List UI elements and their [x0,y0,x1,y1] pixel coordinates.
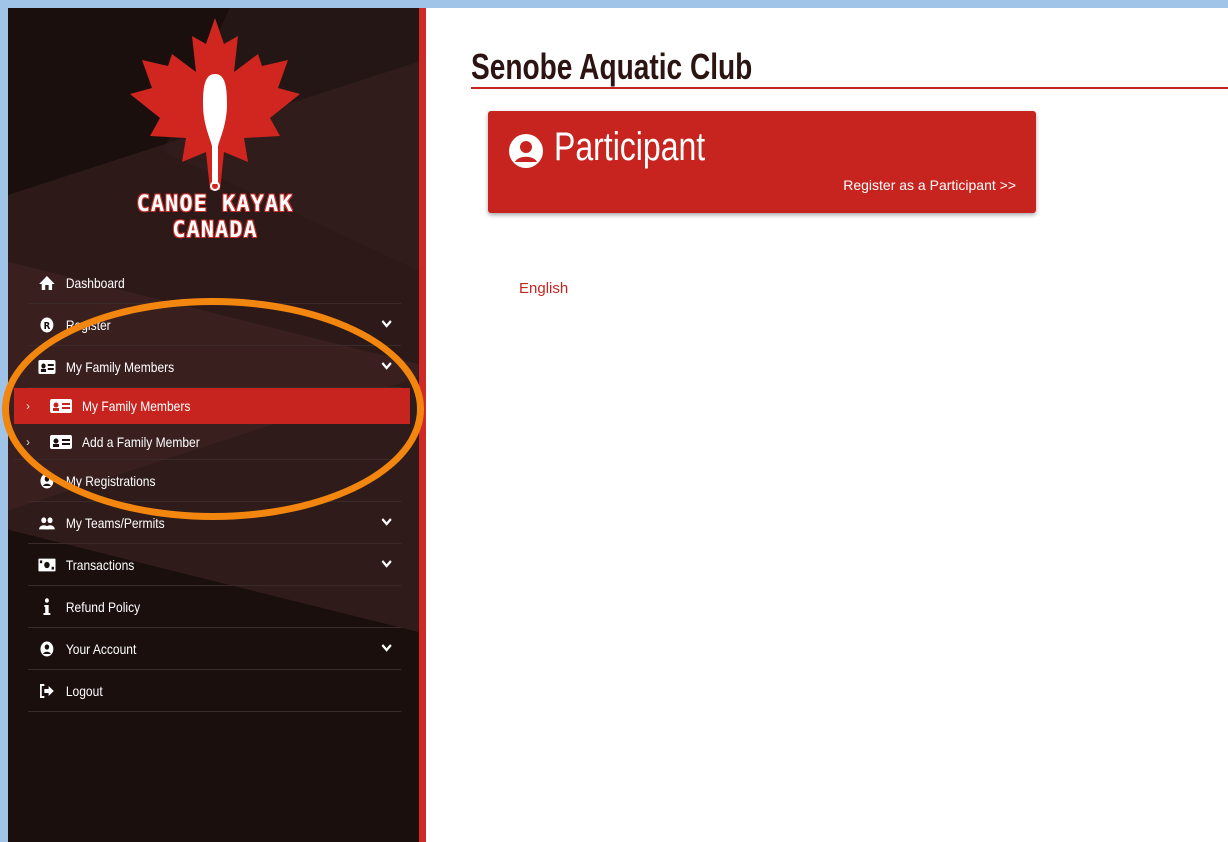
register-participant-link[interactable]: Register as a Participant >> [843,177,1016,193]
sidebar-item-label: Refund Policy [65,598,141,615]
svg-text:R: R [44,320,51,332]
user-circle-icon [509,134,543,168]
sidebar-item-transactions[interactable]: Transactions [28,544,402,586]
sidebar-item-label: Your Account [65,640,137,657]
sidebar-item-label: Logout [65,682,103,699]
logo-text: CANOE KAYAK CANADA [100,192,330,244]
chevron-down-icon[interactable] [380,515,392,529]
id-card-icon [50,434,72,450]
registered-icon: R [38,317,55,333]
sidebar-item-family-members[interactable]: My Family Members [28,346,402,388]
info-icon [38,597,55,615]
sidebar-subitem-add-family-member[interactable]: › Add a Family Member [14,424,402,460]
chevron-right-icon: › [26,434,30,449]
sidebar-item-your-account[interactable]: Your Account [28,628,402,670]
chevron-right-icon: › [26,399,30,413]
logo-text-line2: CANADA [172,218,258,243]
id-card-icon [38,359,56,375]
sidebar-item-label: Transactions [65,556,135,573]
sidebar-item-label: My Family Members [65,358,175,375]
sidebar: CANOE KAYAK CANADA Dashboard R Register [8,8,419,842]
sidebar-item-dashboard[interactable]: Dashboard [28,262,402,304]
money-icon [38,557,56,573]
sidebar-menu: Dashboard R Register My Family Members › [14,262,410,712]
sidebar-item-label: Dashboard [65,274,125,291]
home-icon [38,275,55,291]
sidebar-item-label: My Registrations [65,472,156,489]
title-underline [471,87,1228,89]
chevron-down-icon[interactable] [380,557,392,571]
logout-icon [38,683,55,699]
sidebar-subitem-label: Add a Family Member [82,433,200,450]
user-circle-icon [38,641,55,657]
participant-card[interactable]: Participant Register as a Participant >> [488,111,1036,213]
sidebar-item-refund-policy[interactable]: Refund Policy [28,586,402,628]
sidebar-item-label: My Teams/Permits [65,514,165,531]
sidebar-subitem-my-family-members[interactable]: › My Family Members [14,388,410,424]
language-link[interactable]: English [519,280,568,297]
sidebar-item-my-registrations[interactable]: My Registrations [28,460,402,502]
chevron-down-icon[interactable] [380,641,392,655]
sidebar-item-teams-permits[interactable]: My Teams/Permits [28,502,402,544]
card-title: Participant [554,125,706,169]
users-icon [38,515,55,531]
chevron-down-icon[interactable] [380,317,392,331]
sidebar-item-label: Register [65,316,111,333]
sidebar-item-register[interactable]: R Register [28,304,402,346]
sidebar-item-logout[interactable]: Logout [28,670,402,712]
sidebar-subitem-label: My Family Members [82,398,191,414]
sidebar-divider [419,8,426,842]
page-title: Senobe Aquatic Club [471,46,753,87]
id-card-icon [50,398,72,414]
logo-text-line1: CANOE KAYAK [136,192,294,217]
user-circle-icon [38,473,55,489]
app-frame: CANOE KAYAK CANADA Dashboard R Register [8,8,1228,842]
chevron-down-icon[interactable] [380,359,392,373]
